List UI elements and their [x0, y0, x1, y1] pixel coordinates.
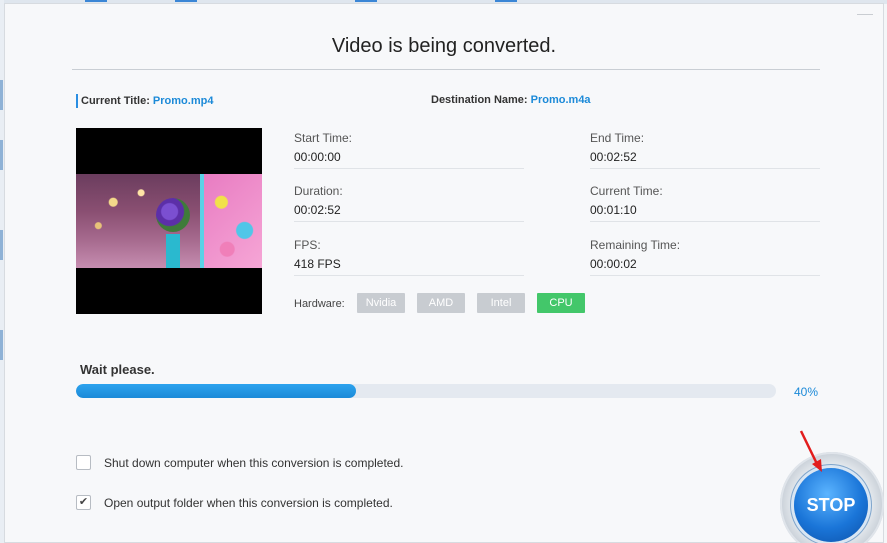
- end-time-field: End Time: 00:02:52: [590, 128, 820, 169]
- duration-value: 00:02:52: [294, 203, 341, 217]
- fps-field: FPS: 418 FPS: [294, 235, 524, 276]
- open-folder-option[interactable]: ✔ Open output folder when this conversion…: [76, 495, 393, 511]
- progress-percent: 40%: [794, 385, 819, 399]
- annotation-arrow-icon: [799, 430, 822, 472]
- shutdown-checkbox[interactable]: [76, 455, 91, 471]
- open-folder-label: Open output folder when this conversion …: [104, 496, 393, 510]
- remaining-time-field: Remaining Time: 00:00:02: [590, 235, 820, 276]
- hardware-cpu-button[interactable]: CPU: [537, 293, 585, 313]
- hardware-amd-button[interactable]: AMD: [417, 293, 465, 313]
- shutdown-label: Shut down computer when this conversion …: [104, 456, 404, 470]
- duration-field: Duration: 00:02:52: [294, 181, 524, 222]
- current-title-label: Current Title:: [81, 94, 150, 107]
- remaining-time-value: 00:00:02: [590, 257, 637, 271]
- current-title-row: Current Title: Promo.mp4: [76, 94, 213, 108]
- current-time-value: 00:01:10: [590, 203, 637, 217]
- start-time-label: Start Time:: [294, 131, 353, 145]
- progress-fill: [76, 384, 356, 398]
- hardware-intel-button[interactable]: Intel: [477, 293, 525, 313]
- minimize-icon[interactable]: [857, 14, 873, 15]
- hardware-nvidia-button[interactable]: Nvidia: [357, 293, 405, 313]
- conversion-dialog: Video is being converted. Current Title:…: [4, 3, 884, 543]
- status-text: Wait please.: [80, 362, 155, 377]
- destination-row: Destination Name: Promo.m4a: [431, 94, 591, 106]
- current-title-value: Promo.mp4: [152, 94, 214, 107]
- start-time-value: 00:00:00: [294, 150, 341, 164]
- destination-label: Destination Name:: [431, 94, 528, 106]
- vase-image: [166, 234, 180, 268]
- shutdown-option[interactable]: Shut down computer when this conversion …: [76, 455, 404, 471]
- destination-value: Promo.m4a: [530, 94, 591, 106]
- floral-panel-image: [204, 174, 262, 268]
- open-folder-checkbox[interactable]: ✔: [76, 495, 91, 511]
- video-thumbnail: [76, 128, 262, 314]
- fps-value: 418 FPS: [294, 257, 341, 271]
- current-time-label: Current Time:: [590, 184, 663, 198]
- title-divider: [72, 69, 820, 70]
- current-time-field: Current Time: 00:01:10: [590, 181, 820, 222]
- duration-label: Duration:: [294, 184, 343, 198]
- hardware-label: Hardware:: [294, 298, 345, 310]
- stop-button[interactable]: STOP: [794, 468, 868, 542]
- end-time-label: End Time:: [590, 131, 645, 145]
- stop-button-container: STOP: [774, 446, 887, 543]
- video-frame: [76, 174, 262, 268]
- flowers-image: [156, 198, 190, 232]
- accent-bar: [76, 94, 78, 108]
- end-time-value: 00:02:52: [590, 150, 637, 164]
- start-time-field: Start Time: 00:00:00: [294, 128, 524, 169]
- progress-bar: [76, 384, 776, 398]
- remaining-time-label: Remaining Time:: [590, 238, 681, 252]
- dialog-title: Video is being converted.: [331, 35, 557, 57]
- fps-label: FPS:: [294, 238, 321, 252]
